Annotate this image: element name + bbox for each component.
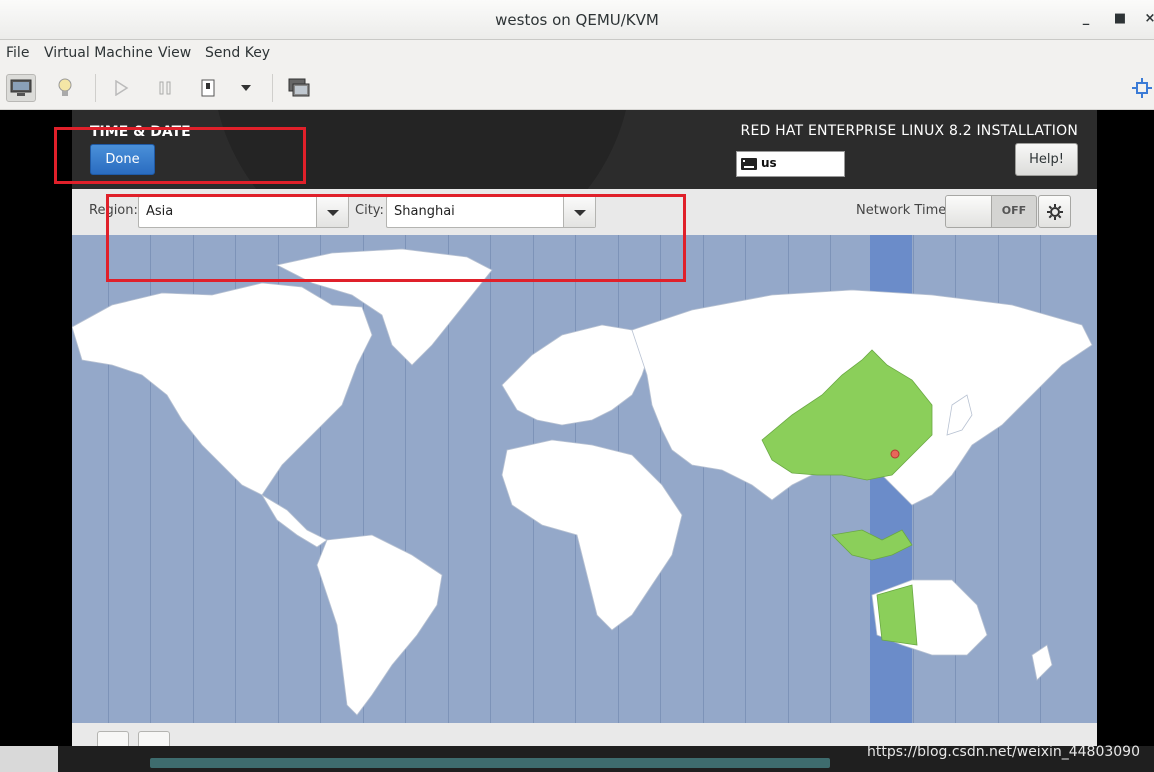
keyboard-layout-label: us	[761, 156, 777, 170]
fullscreen-button[interactable]	[1130, 74, 1154, 102]
keyboard-icon	[741, 158, 759, 170]
watermark: https://blog.csdn.net/weixin_44803090	[866, 744, 1140, 760]
timezone-map[interactable]	[72, 235, 1097, 723]
monitor-icon	[10, 79, 32, 96]
shutdown-menu-button[interactable]	[231, 74, 261, 102]
world-map	[72, 248, 1093, 716]
menu-send-key[interactable]: Send Key	[205, 45, 270, 61]
pause-icon	[159, 81, 171, 95]
pause-button[interactable]	[150, 74, 180, 102]
network-time-switch[interactable]: OFF	[945, 195, 1037, 228]
close-icon[interactable]: ×	[1141, 10, 1154, 28]
snapshots-button[interactable]	[284, 74, 314, 102]
menu-file[interactable]: File	[6, 45, 29, 61]
ntp-config-button[interactable]	[1038, 195, 1071, 228]
lightbulb-icon	[58, 78, 72, 96]
shutdown-button[interactable]	[193, 74, 223, 102]
menu-virtual-machine[interactable]: Virtual Machine	[44, 45, 153, 61]
power-icon	[201, 79, 215, 97]
product-title: RED HAT ENTERPRISE LINUX 8.2 INSTALLATIO…	[740, 123, 1078, 139]
network-time-state: OFF	[1001, 204, 1027, 217]
snapshot-icon	[288, 78, 310, 97]
gear-icon	[1046, 203, 1063, 220]
switch-knob	[946, 196, 992, 227]
minimize-icon[interactable]: _	[1077, 10, 1095, 28]
host-progress-strip	[150, 758, 830, 768]
highlight-box-done	[54, 127, 306, 184]
city-marker-icon[interactable]	[890, 449, 900, 459]
menu-view[interactable]: View	[158, 45, 191, 61]
chevron-down-icon	[241, 85, 251, 91]
maximize-icon[interactable]: ■	[1111, 10, 1129, 28]
window-titlebar: westos on QEMU/KVM _ ■ ×	[0, 0, 1154, 40]
resize-icon	[1132, 78, 1152, 98]
network-time-label: Network Time	[856, 203, 947, 218]
window-title: westos on QEMU/KVM	[495, 11, 659, 29]
console-view-button[interactable]	[6, 74, 36, 102]
run-button[interactable]	[106, 74, 136, 102]
toolbar	[0, 68, 1154, 110]
details-view-button[interactable]	[50, 74, 80, 102]
play-icon	[115, 80, 129, 96]
help-button[interactable]: Help!	[1015, 143, 1078, 176]
keyboard-layout-indicator[interactable]: us	[736, 151, 845, 177]
host-thumbnail[interactable]	[0, 746, 58, 772]
menu-bar: File Virtual Machine View Send Key	[0, 40, 1154, 68]
highlight-box-region-city	[106, 194, 686, 282]
